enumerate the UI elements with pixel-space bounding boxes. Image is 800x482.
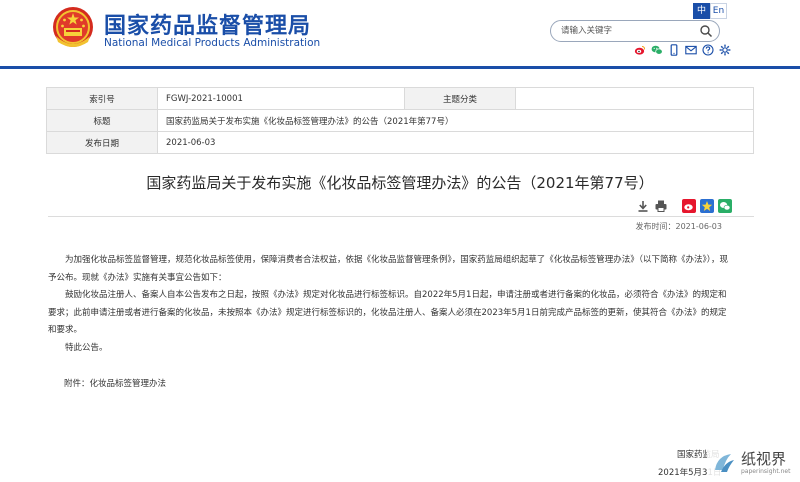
site-title-cn[interactable]: 国家药品监督管理局: [104, 8, 311, 40]
title-label: 标题: [46, 109, 158, 132]
date-label: 发布日期: [46, 131, 158, 154]
watermark-logo-icon: [715, 454, 734, 472]
topic-value: [515, 87, 754, 110]
print-icon[interactable]: [654, 199, 668, 213]
share-weibo-icon[interactable]: [682, 199, 696, 213]
index-value: FGWJ-2021-10001: [157, 87, 405, 110]
title-divider: [48, 216, 754, 217]
paragraph: 特此公告。: [65, 342, 108, 353]
search-icon[interactable]: [699, 24, 713, 38]
mobile-icon[interactable]: [668, 44, 680, 56]
search-box: [550, 20, 720, 42]
lang-chinese-button[interactable]: 中: [693, 3, 710, 19]
watermark-name: 纸视界: [741, 450, 787, 468]
index-label: 索引号: [46, 87, 158, 110]
lang-english-button[interactable]: En: [710, 3, 727, 19]
wechat-icon[interactable]: [651, 44, 663, 56]
mail-icon[interactable]: [685, 44, 697, 56]
language-switcher: 中 En: [693, 3, 727, 19]
article-tools: [636, 199, 732, 213]
watermark: 纸视界 paperinsight.net: [707, 444, 800, 482]
publish-time: 发布时间：2021-06-03: [635, 222, 723, 231]
document-info-table: 索引号 FGWJ-2021-10001 主题分类 标题 国家药监局关于发布实施《…: [46, 87, 754, 154]
paragraph: 鼓励化妆品注册人、备案人自本公告发布之日起，按照《办法》规定对化妆品进行标签标识…: [48, 290, 727, 335]
search-input[interactable]: [561, 24, 696, 38]
header-divider: [0, 66, 800, 69]
title-value: 国家药监局关于发布实施《化妆品标签管理办法》的公告（2021年第77号）: [157, 109, 754, 132]
download-icon[interactable]: [636, 199, 650, 213]
article-body: 为加强化妆品标签监督管理，规范化妆品标签使用，保障消费者合法权益，依据《化妆品监…: [48, 252, 728, 357]
social-links: [634, 44, 731, 56]
tool-spacer: [672, 199, 678, 213]
national-emblem-icon[interactable]: [52, 6, 94, 52]
watermark-url: paperinsight.net: [741, 468, 791, 475]
help-icon[interactable]: [702, 44, 714, 56]
site-header: 国家药品监督管理局 National Medical Products Admi…: [0, 0, 800, 66]
weibo-icon[interactable]: [634, 44, 646, 56]
attachment-link[interactable]: 附件：化妆品标签管理办法: [64, 377, 166, 389]
article-title: 国家药监局关于发布实施《化妆品标签管理办法》的公告（2021年第77号）: [146, 174, 654, 192]
settings-icon[interactable]: [719, 44, 731, 56]
share-wechat-icon[interactable]: [718, 199, 732, 213]
share-qzone-icon[interactable]: [700, 199, 714, 213]
topic-label: 主题分类: [404, 87, 516, 110]
date-value: 2021-06-03: [157, 131, 754, 154]
site-title-en[interactable]: National Medical Products Administration: [104, 37, 320, 49]
paragraph: 为加强化妆品标签监督管理，规范化妆品标签使用，保障消费者合法权益，依据《化妆品监…: [48, 255, 729, 283]
